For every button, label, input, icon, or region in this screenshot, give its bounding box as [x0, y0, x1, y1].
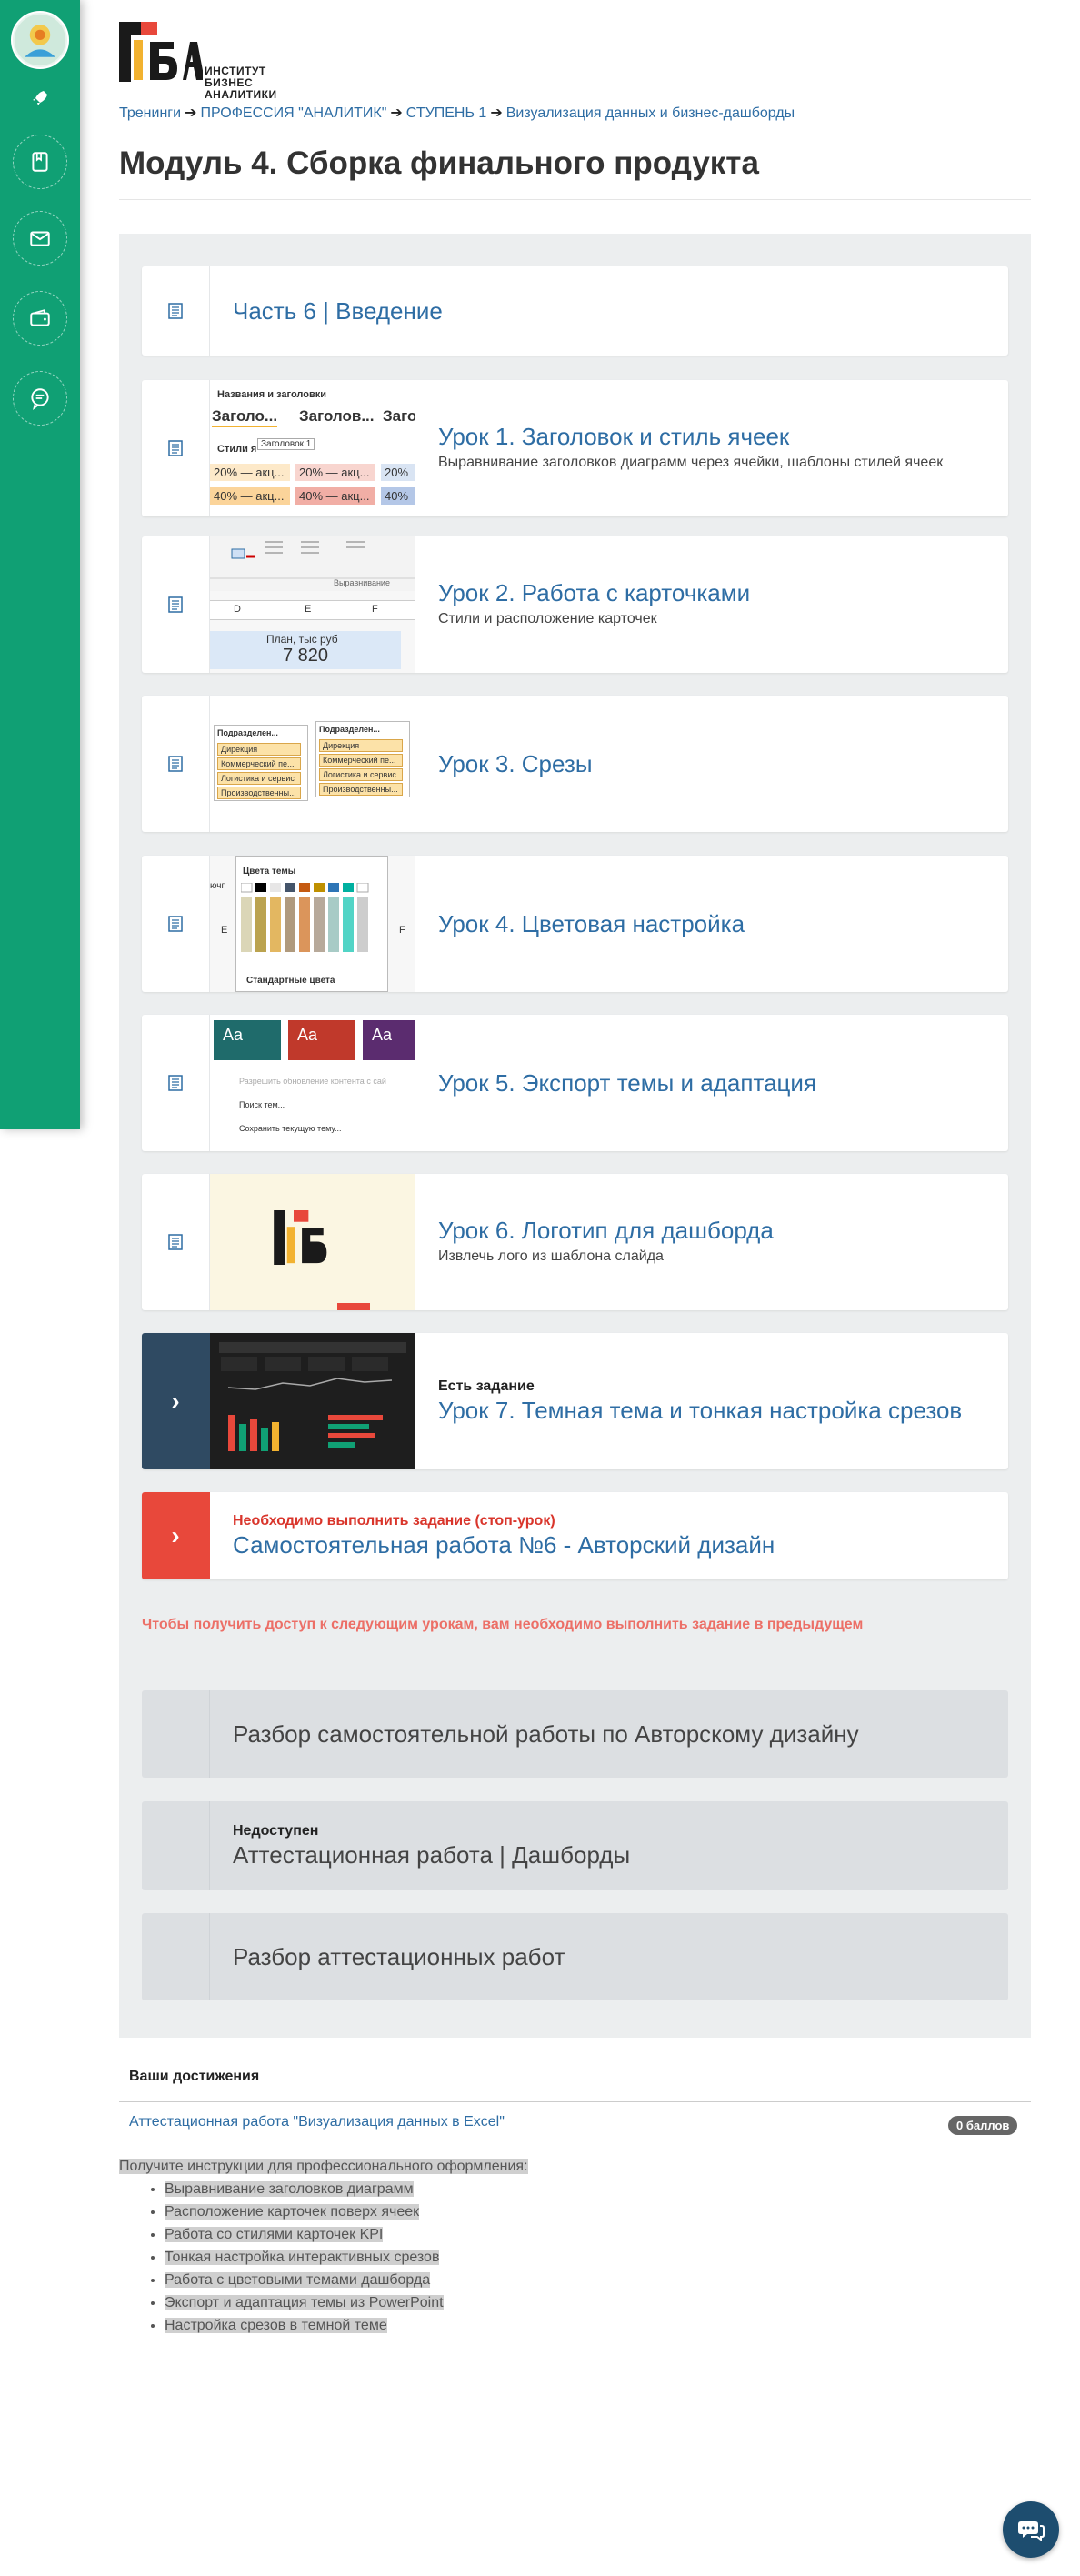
lesson-title: Разбор самостоятельной работы по Авторск… [233, 1720, 859, 1748]
document-icon [168, 1234, 183, 1250]
lesson-title: Аттестационная работа | Дашборды [233, 1841, 631, 1869]
chevron-right-icon: › [142, 1492, 210, 1579]
lesson-title: Урок 6. Логотип для дашборда [438, 1217, 774, 1244]
unavailable-tag: Недоступен [233, 1823, 319, 1839]
chat-bubble-icon [31, 388, 49, 410]
chevron-right-icon: › [142, 1333, 210, 1469]
lessons-panel: Часть 6 | Введение Названия и заголовки … [119, 234, 1031, 2038]
breadcrumb-arrow-icon: ➔ [185, 105, 197, 121]
lesson-thumbnail: Выравнивание D E F План, тыс руб 7 820 [210, 536, 415, 673]
achievement-link[interactable]: Аттестационная работа "Визуализация данн… [129, 2114, 505, 2130]
list-item: Работа со стилями карточек KPI [165, 2223, 528, 2246]
breadcrumb-course[interactable]: Визуализация данных и бизнес-дашборды [506, 105, 795, 121]
divider [119, 2101, 1031, 2102]
instructions-list: Выравнивание заголовков диаграмм Располо… [165, 2178, 528, 2337]
breadcrumb-arrow-icon: ➔ [490, 105, 503, 121]
list-item: Выравнивание заголовков диаграмм [165, 2178, 528, 2200]
lesson-title: Урок 4. Цветовая настройка [438, 910, 745, 937]
lesson-description: Извлечь лого из шаблона слайда [438, 1248, 664, 1264]
document-icon [168, 756, 183, 772]
lesson-title: Урок 1. Заголовок и стиль ячеек [438, 423, 790, 450]
lesson-title: Разбор аттестационных работ [233, 1943, 565, 1970]
page-title: Модуль 4. Сборка финального продукта [119, 145, 759, 181]
sidebar [0, 0, 80, 1129]
points-badge: 0 баллов [948, 2116, 1018, 2135]
lesson-description: Выравнивание заголовков диаграмм через я… [438, 455, 944, 470]
breadcrumb-stage[interactable]: СТУПЕНЬ 1 [406, 105, 487, 121]
chat-button[interactable] [1003, 2501, 1059, 2558]
mail-icon [30, 231, 50, 246]
lesson-card-3[interactable]: Подразделен... Дирекция Коммерческий пе.… [142, 696, 1008, 832]
document-icon [168, 1075, 183, 1091]
rocket-icon[interactable] [31, 89, 49, 113]
instructions-block: Получите инструкции для профессиональног… [119, 2155, 528, 2337]
lesson-thumbnail: ючг E F Цвета темы Стандартные цвета [210, 856, 415, 992]
lesson-card-2[interactable]: Выравнивание D E F План, тыс руб 7 820 У… [142, 536, 1008, 673]
lesson-card-5[interactable]: Aa Aa Aa Разрешить обновление контента с… [142, 1015, 1008, 1151]
lesson-card-4[interactable]: ючг E F Цвета темы Стандартные цвета Уро… [142, 856, 1008, 992]
messages-button[interactable] [13, 211, 67, 266]
document-icon [168, 440, 183, 456]
breadcrumb: Тренинги ➔ ПРОФЕССИЯ "АНАЛИТИК" ➔ СТУПЕНЬ 1 ➔… [119, 104, 795, 122]
list-item: Работа с цветовыми темами дашборда [165, 2269, 528, 2291]
document-icon [168, 596, 183, 613]
lesson-title: Урок 2. Работа с карточками [438, 579, 751, 606]
lesson-title: Самостоятельная работа №6 - Авторский ди… [233, 1531, 775, 1559]
lesson-card-intro[interactable]: Часть 6 | Введение [142, 266, 1008, 356]
breadcrumb-arrow-icon: ➔ [390, 105, 403, 121]
logo-text: ИНСТИТУТ БИЗНЕС АНАЛИТИКИ [205, 65, 277, 101]
user-avatar[interactable] [11, 11, 69, 69]
lesson-card-7[interactable]: › Есть задание Урок 7. Темная тема и тон… [142, 1333, 1008, 1469]
locked-lesson-card: Недоступен Аттестационная работа | Дашбо… [142, 1801, 1008, 1890]
support-button[interactable] [13, 371, 67, 426]
lesson-card-1[interactable]: Названия и заголовки Заголо... Заголов..… [142, 380, 1008, 516]
chat-icon [1018, 2521, 1045, 2541]
locked-lesson-card: Разбор самостоятельной работы по Авторск… [142, 1690, 1008, 1778]
list-item: Настройка срезов в темной теме [165, 2314, 528, 2337]
lesson-tag: Есть задание [438, 1378, 535, 1394]
breadcrumb-profession[interactable]: ПРОФЕССИЯ "АНАЛИТИК" [200, 105, 386, 121]
logo-preview [274, 1210, 327, 1265]
locked-lesson-card: Разбор аттестационных работ [142, 1913, 1008, 2000]
lesson-thumbnail: Названия и заголовки Заголо... Заголов..… [210, 380, 415, 516]
bookmark-button[interactable] [13, 135, 67, 189]
document-icon [168, 916, 183, 932]
bookmark-icon [32, 152, 48, 172]
list-item: Тонкая настройка интерактивных срезов [165, 2246, 528, 2269]
locked-notice: Чтобы получить доступ к следующим урокам… [142, 1617, 864, 1632]
lesson-thumbnail: Подразделен... Дирекция Коммерческий пе.… [210, 696, 415, 832]
lesson-title: Урок 5. Экспорт темы и адаптация [438, 1069, 817, 1097]
lesson-thumbnail [210, 1333, 415, 1469]
lesson-title: Урок 3. Срезы [438, 750, 593, 777]
achievements-heading: Ваши достижения [129, 2069, 260, 2084]
list-item: Расположение карточек поверх ячеек [165, 2200, 528, 2223]
document-icon [168, 303, 183, 319]
stop-lesson-tag: Необходимо выполнить задание (стоп-урок) [233, 1513, 555, 1529]
instructions-intro: Получите инструкции для профессиональног… [119, 2159, 528, 2174]
lesson-title: Урок 7. Темная тема и тонкая настройка с… [438, 1397, 963, 1424]
wallet-icon [30, 309, 50, 326]
divider [119, 199, 1031, 200]
logo-mark [119, 22, 205, 82]
lesson-thumbnail: Aa Aa Aa Разрешить обновление контента с… [210, 1015, 415, 1151]
stop-lesson-card[interactable]: › Необходимо выполнить задание (стоп-уро… [142, 1492, 1008, 1579]
lesson-description: Стили и расположение карточек [438, 611, 657, 626]
list-item: Экспорт и адаптация темы из PowerPoint [165, 2291, 528, 2314]
wallet-button[interactable] [13, 291, 67, 346]
lesson-title: Часть 6 | Введение [233, 297, 443, 325]
breadcrumb-trainings[interactable]: Тренинги [119, 105, 181, 121]
lesson-thumbnail [210, 1174, 415, 1310]
institute-logo[interactable]: ИНСТИТУТ БИЗНЕС АНАЛИТИКИ [119, 22, 319, 101]
lesson-card-6[interactable]: Урок 6. Логотип для дашборда Извлечь лог… [142, 1174, 1008, 1310]
